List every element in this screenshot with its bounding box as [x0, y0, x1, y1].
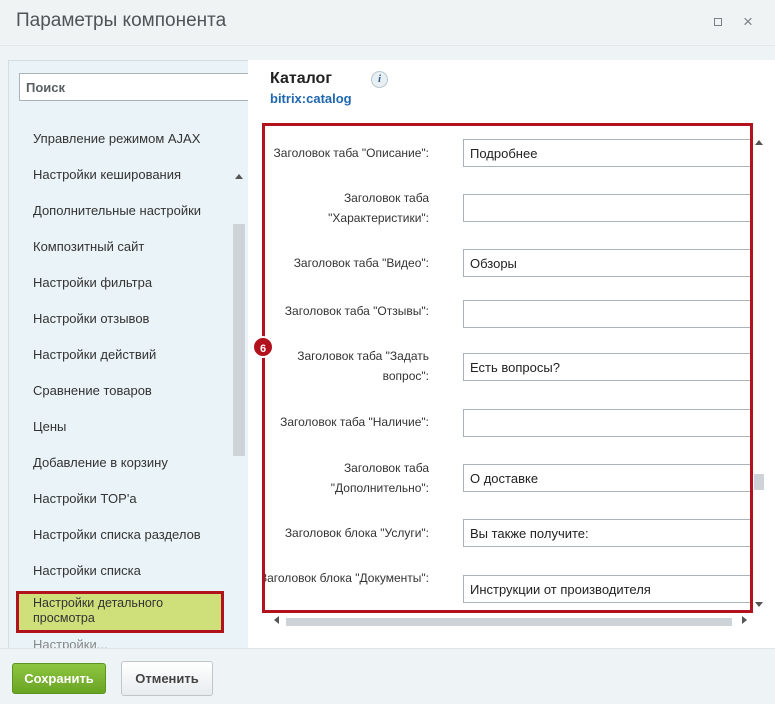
sidebar-item-composite[interactable]: Композитный сайт: [33, 239, 228, 255]
scroll-up-icon[interactable]: [235, 174, 243, 179]
component-title: Каталог: [270, 70, 332, 87]
sidebar-item-basket[interactable]: Добавление в корзину: [33, 455, 228, 471]
info-icon[interactable]: i: [371, 71, 388, 88]
cancel-button[interactable]: Отменить: [121, 661, 213, 696]
field-label-description: Заголовок таба "Описание":: [273, 146, 429, 160]
sidebar-item-actions[interactable]: Настройки действий: [33, 347, 228, 363]
field-availability[interactable]: [463, 409, 750, 437]
form-scroll-up-icon[interactable]: [755, 140, 763, 145]
component-code: bitrix:catalog: [270, 91, 352, 106]
sidebar-item-compare[interactable]: Сравнение товаров: [33, 383, 228, 399]
dialog-footer: Сохранить Отменить: [0, 648, 775, 704]
field-reviews[interactable]: [463, 300, 750, 328]
search-input[interactable]: [19, 73, 251, 101]
maximize-icon[interactable]: [710, 14, 726, 30]
sections-list: Управление режимом AJAX Настройки кеширо…: [9, 115, 231, 683]
sidebar-item-section-list[interactable]: Настройки списка разделов: [33, 527, 228, 543]
field-label-documents: Заголовок блока "Документы":: [262, 571, 429, 585]
form-scroll-thumb[interactable]: [754, 474, 764, 490]
form-scrollbar[interactable]: [752, 124, 766, 610]
sidebar-item-list[interactable]: Настройки списка: [33, 563, 228, 579]
field-label-question: Заголовок таба "Задать вопрос":: [297, 349, 429, 383]
scroll-right-icon[interactable]: [742, 616, 747, 624]
dialog-titlebar: Параметры компонента ×: [0, 0, 775, 46]
tab-titles-form: Заголовок таба "Описание": Заголовок таб…: [262, 123, 753, 613]
field-label-services: Заголовок блока "Услуги":: [284, 526, 429, 540]
annotation-badge: 6: [252, 336, 274, 358]
sidebar-item-additional[interactable]: Дополнительные настройки: [33, 203, 228, 219]
field-services[interactable]: [463, 519, 750, 547]
field-label-additional: Заголовок таба "Дополнительно":: [330, 461, 429, 495]
dialog-body: Управление режимом AJAX Настройки кеширо…: [0, 46, 775, 680]
field-label-reviews: Заголовок таба "Отзывы":: [284, 304, 429, 318]
field-characteristics[interactable]: [463, 194, 750, 222]
field-question[interactable]: [463, 353, 750, 381]
form-hscroll-thumb[interactable]: [286, 618, 732, 626]
save-button[interactable]: Сохранить: [12, 663, 106, 694]
field-documents[interactable]: [463, 575, 750, 603]
field-label-availability: Заголовок таба "Наличие":: [280, 415, 429, 429]
sidebar-item-reviews[interactable]: Настройки отзывов: [33, 311, 228, 327]
sidebar-item-filter[interactable]: Настройки фильтра: [33, 275, 228, 291]
form-scroll-down-icon[interactable]: [755, 602, 763, 607]
sidebar-item-prices[interactable]: Цены: [33, 419, 228, 435]
sidebar-scroll-thumb[interactable]: [233, 224, 245, 456]
sidebar-item-detail[interactable]: Настройки детального просмотра: [16, 591, 224, 633]
dialog-title: Параметры компонента: [16, 10, 227, 31]
sections-sidebar: Управление режимом AJAX Настройки кеширо…: [8, 60, 251, 683]
sidebar-item-top[interactable]: Настройки TOP'a: [33, 491, 228, 507]
field-video[interactable]: [463, 249, 750, 277]
sidebar-item-cache[interactable]: Настройки кеширования: [33, 167, 228, 183]
close-icon[interactable]: ×: [740, 13, 756, 30]
field-description[interactable]: [463, 139, 750, 167]
scroll-left-icon[interactable]: [274, 616, 279, 624]
field-additional[interactable]: [463, 464, 750, 492]
sidebar-item-ajax[interactable]: Управление режимом AJAX: [33, 131, 228, 147]
field-label-video: Заголовок таба "Видео":: [293, 256, 429, 270]
settings-panel: Каталог i bitrix:catalog Заголовок таба …: [248, 60, 775, 648]
field-label-characteristics: Заголовок таба "Характеристики":: [328, 191, 429, 225]
